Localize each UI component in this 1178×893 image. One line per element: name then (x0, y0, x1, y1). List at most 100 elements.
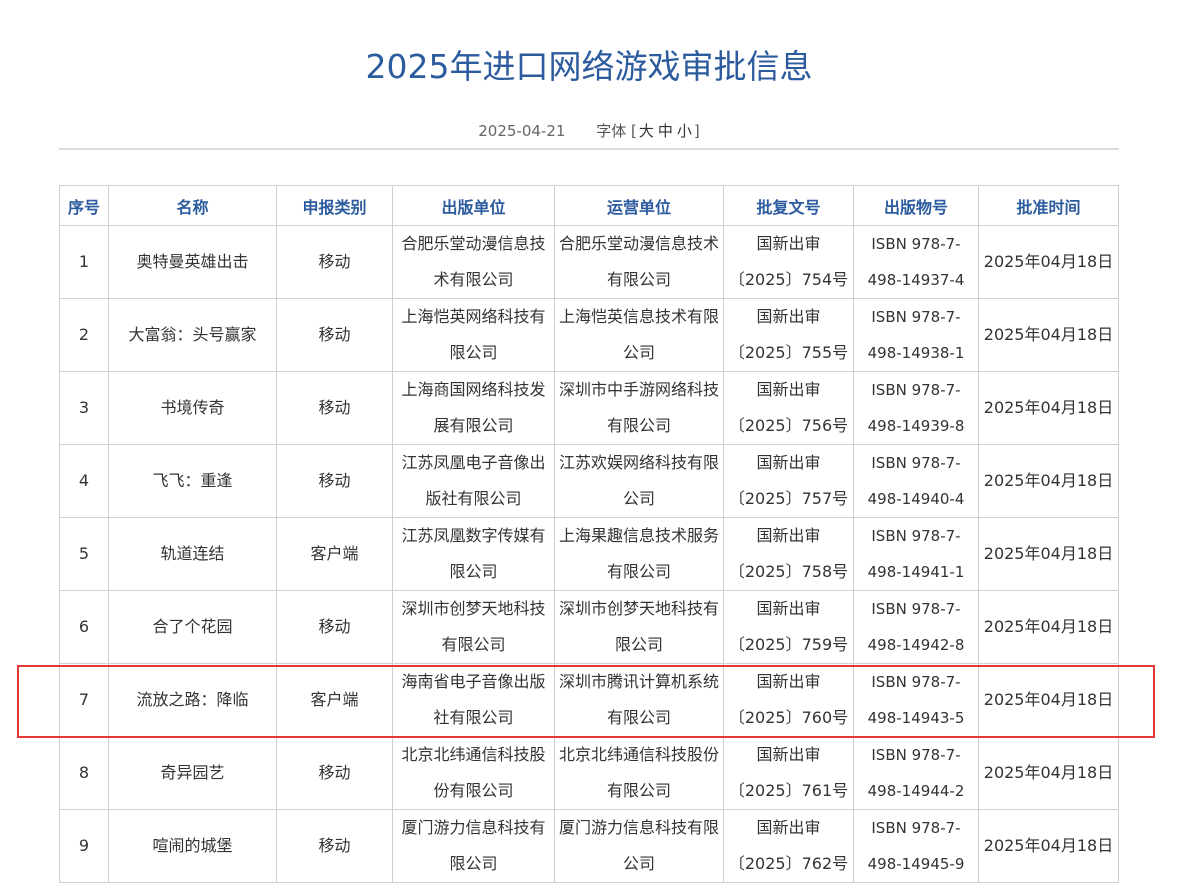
cell-operator: 深圳市腾讯计算机系统有限公司 (554, 663, 724, 737)
table-header-row: 序号 名称 申报类别 出版单位 运营单位 批复文号 出版物号 批准时间 (59, 185, 1119, 226)
cell-isbn: ISBN 978-7-498-14944-2 (853, 736, 979, 810)
cell-approval-date: 2025年04月18日 (978, 371, 1119, 445)
cell-approval-no: 国新出审〔2025〕762号 (723, 809, 854, 883)
cell-index: 6 (59, 590, 109, 664)
cell-name: 奥特曼英雄出击 (108, 225, 277, 299)
font-size-label: 字体 (596, 122, 627, 140)
cell-publisher: 深圳市创梦天地科技有限公司 (392, 590, 555, 664)
cell-approval-date: 2025年04月18日 (978, 444, 1119, 518)
cell-name: 合了个花园 (108, 590, 277, 664)
cell-index: 1 (59, 225, 109, 299)
cell-approval-no: 国新出审〔2025〕756号 (723, 371, 854, 445)
cell-publisher: 北京北纬通信科技股份有限公司 (392, 736, 555, 810)
cell-operator: 厦门游力信息科技有限公司 (554, 809, 724, 883)
cell-approval-no: 国新出审〔2025〕760号 (723, 663, 854, 737)
table-row: 5 轨道连结 客户端 江苏凤凰数字传媒有限公司 上海果趣信息技术服务有限公司 国新出审〔2… (59, 517, 1119, 591)
font-size-large-link[interactable]: 大 (639, 122, 654, 140)
font-size-small-link[interactable]: 小 (677, 122, 692, 140)
table-row: 6 合了个花园 移动 深圳市创梦天地科技有限公司 深圳市创梦天地科技有限公司 国新出审〔2… (59, 590, 1119, 664)
font-size-bracket-close: ] (693, 122, 700, 140)
cell-operator: 北京北纬通信科技股份有限公司 (554, 736, 724, 810)
cell-category: 客户端 (276, 663, 393, 737)
header-category: 申报类别 (276, 185, 393, 226)
cell-approval-date: 2025年04月18日 (978, 590, 1119, 664)
table-row: 9 喧闹的城堡 移动 厦门游力信息科技有限公司 厦门游力信息科技有限公司 国新出审〔202… (59, 809, 1119, 883)
cell-category: 移动 (276, 225, 393, 299)
cell-approval-no: 国新出审〔2025〕758号 (723, 517, 854, 591)
cell-isbn: ISBN 978-7-498-14938-1 (853, 298, 979, 372)
cell-operator: 合肥乐堂动漫信息技术有限公司 (554, 225, 724, 299)
cell-isbn: ISBN 978-7-498-14937-4 (853, 225, 979, 299)
header-name: 名称 (108, 185, 277, 226)
header-approval-no: 批复文号 (723, 185, 854, 226)
cell-operator: 深圳市创梦天地科技有限公司 (554, 590, 724, 664)
cell-name: 飞飞：重逢 (108, 444, 277, 518)
cell-publisher: 上海恺英网络科技有限公司 (392, 298, 555, 372)
table-row: 2 大富翁：头号赢家 移动 上海恺英网络科技有限公司 上海恺英信息技术有限公司 国新出审〔… (59, 298, 1119, 372)
cell-approval-date: 2025年04月18日 (978, 736, 1119, 810)
header-isbn: 出版物号 (853, 185, 979, 226)
cell-name: 喧闹的城堡 (108, 809, 277, 883)
header-publisher: 出版单位 (392, 185, 555, 226)
header-index: 序号 (59, 185, 109, 226)
cell-operator: 上海恺英信息技术有限公司 (554, 298, 724, 372)
cell-approval-no: 国新出审〔2025〕755号 (723, 298, 854, 372)
page-title: 2025年进口网络游戏审批信息 (365, 47, 813, 86)
cell-isbn: ISBN 978-7-498-14941-1 (853, 517, 979, 591)
header-approval-date: 批准时间 (978, 185, 1119, 226)
table-row: 1 奥特曼英雄出击 移动 合肥乐堂动漫信息技术有限公司 合肥乐堂动漫信息技术有限公司 国新… (59, 225, 1119, 299)
cell-name: 奇异园艺 (108, 736, 277, 810)
cell-publisher: 上海商国网络科技发展有限公司 (392, 371, 555, 445)
cell-publisher: 厦门游力信息科技有限公司 (392, 809, 555, 883)
article-meta: 2025-04-21 字体 [大中小] (0, 120, 1178, 141)
cell-approval-no: 国新出审〔2025〕759号 (723, 590, 854, 664)
cell-isbn: ISBN 978-7-498-14942-8 (853, 590, 979, 664)
cell-index: 2 (59, 298, 109, 372)
cell-index: 4 (59, 444, 109, 518)
cell-isbn: ISBN 978-7-498-14943-5 (853, 663, 979, 737)
cell-publisher: 江苏凤凰数字传媒有限公司 (392, 517, 555, 591)
cell-category: 移动 (276, 298, 393, 372)
cell-approval-no: 国新出审〔2025〕761号 (723, 736, 854, 810)
cell-name: 轨道连结 (108, 517, 277, 591)
cell-isbn: ISBN 978-7-498-14940-4 (853, 444, 979, 518)
cell-index: 9 (59, 809, 109, 883)
cell-name: 书境传奇 (108, 371, 277, 445)
meta-divider (59, 148, 1119, 150)
cell-operator: 深圳市中手游网络科技有限公司 (554, 371, 724, 445)
cell-operator: 上海果趣信息技术服务有限公司 (554, 517, 724, 591)
cell-publisher: 海南省电子音像出版社有限公司 (392, 663, 555, 737)
cell-approval-date: 2025年04月18日 (978, 663, 1119, 737)
table-row: 8 奇异园艺 移动 北京北纬通信科技股份有限公司 北京北纬通信科技股份有限公司 国新出审〔… (59, 736, 1119, 810)
cell-category: 移动 (276, 371, 393, 445)
cell-operator: 江苏欢娱网络科技有限公司 (554, 444, 724, 518)
cell-publisher: 合肥乐堂动漫信息技术有限公司 (392, 225, 555, 299)
cell-index: 8 (59, 736, 109, 810)
cell-category: 移动 (276, 809, 393, 883)
table-row: 4 飞飞：重逢 移动 江苏凤凰电子音像出版社有限公司 江苏欢娱网络科技有限公司 国新出审〔… (59, 444, 1119, 518)
cell-approval-date: 2025年04月18日 (978, 225, 1119, 299)
cell-approval-date: 2025年04月18日 (978, 809, 1119, 883)
cell-publisher: 江苏凤凰电子音像出版社有限公司 (392, 444, 555, 518)
publish-date: 2025-04-21 (478, 122, 566, 140)
cell-category: 客户端 (276, 517, 393, 591)
cell-index: 3 (59, 371, 109, 445)
cell-isbn: ISBN 978-7-498-14939-8 (853, 371, 979, 445)
cell-name: 流放之路：降临 (108, 663, 277, 737)
cell-isbn: ISBN 978-7-498-14945-9 (853, 809, 979, 883)
cell-approval-no: 国新出审〔2025〕757号 (723, 444, 854, 518)
table-row: 3 书境传奇 移动 上海商国网络科技发展有限公司 深圳市中手游网络科技有限公司 国新出审〔… (59, 371, 1119, 445)
cell-approval-no: 国新出审〔2025〕754号 (723, 225, 854, 299)
font-size-bracket-open: [ (631, 122, 637, 140)
approval-table: 序号 名称 申报类别 出版单位 运营单位 批复文号 出版物号 批准时间 1 奥特曼英雄出击 移动合… (59, 185, 1119, 883)
cell-category: 移动 (276, 444, 393, 518)
cell-approval-date: 2025年04月18日 (978, 298, 1119, 372)
cell-category: 移动 (276, 736, 393, 810)
font-size-medium-link[interactable]: 中 (658, 122, 673, 140)
cell-approval-date: 2025年04月18日 (978, 517, 1119, 591)
table-row: 7 流放之路：降临 客户端 海南省电子音像出版社有限公司 深圳市腾讯计算机系统有限公司国… (59, 663, 1119, 737)
cell-category: 移动 (276, 590, 393, 664)
cell-name: 大富翁：头号赢家 (108, 298, 277, 372)
cell-index: 7 (59, 663, 109, 737)
cell-index: 5 (59, 517, 109, 591)
